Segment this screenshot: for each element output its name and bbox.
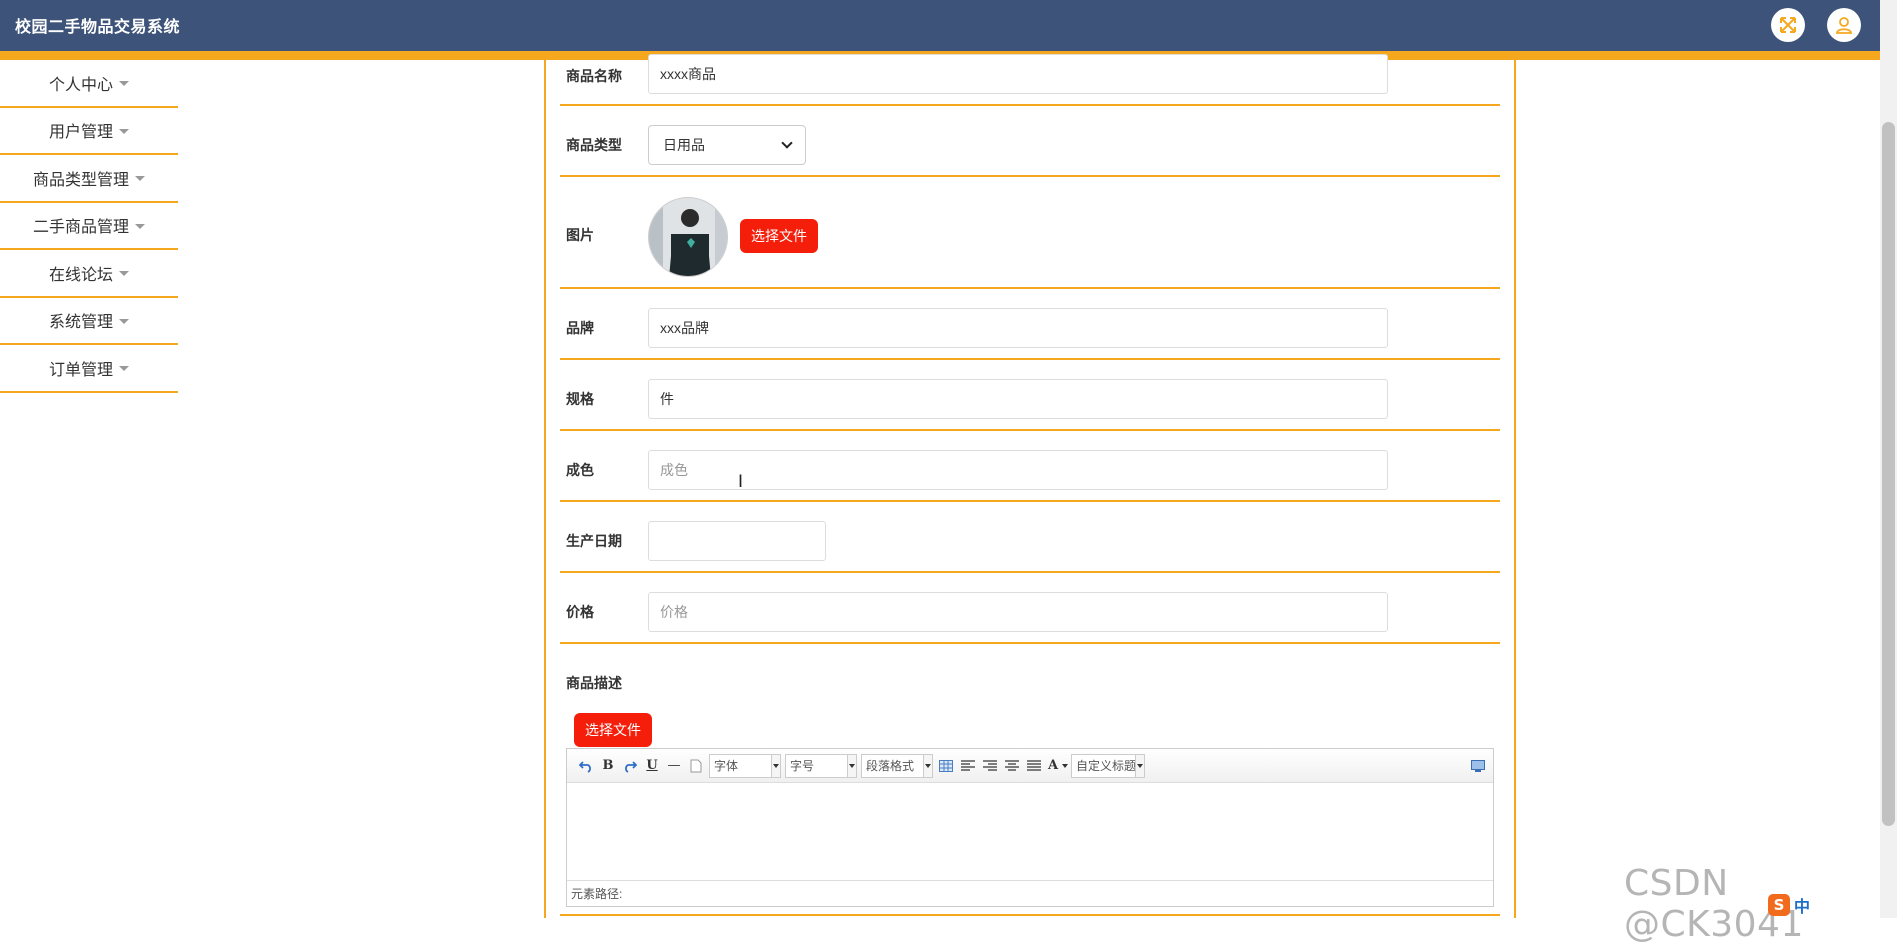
caret-down-icon xyxy=(119,128,129,134)
sidebar-item-personal[interactable]: 个人中心 xyxy=(0,60,178,108)
row-name: 商品名称 xxxx商品 xyxy=(560,54,1500,106)
sidebar-item-users[interactable]: 用户管理 xyxy=(0,108,178,155)
horizontal-rule-button[interactable]: — xyxy=(663,755,685,777)
sidebar: 个人中心 用户管理 商品类型管理 二手商品管理 在线论坛 系统管理 订单管理 xyxy=(0,60,178,393)
top-bar: 校园二手物品交易系统 xyxy=(0,0,1880,51)
spec-input[interactable]: 件 xyxy=(648,379,1388,419)
user-icon-glyph xyxy=(1836,17,1852,34)
undo-icon[interactable] xyxy=(575,755,597,777)
select-value: 日用品 xyxy=(663,137,705,153)
sidebar-item-forum[interactable]: 在线论坛 xyxy=(0,250,178,298)
caret-down-icon xyxy=(135,223,145,229)
align-center-icon[interactable] xyxy=(1001,755,1023,777)
app-title: 校园二手物品交易系统 xyxy=(15,19,181,36)
field-label: 价格 xyxy=(566,604,594,620)
underline-button[interactable]: U xyxy=(641,755,663,777)
watermark: CSDN @CK3041 xyxy=(1624,863,1804,945)
product-image-preview xyxy=(648,197,728,277)
align-right-icon[interactable] xyxy=(979,755,1001,777)
field-label: 商品类型 xyxy=(566,137,622,153)
rich-text-editor: B U — 字体 字号 段落格式 A 自定义标题 元素路径: xyxy=(566,748,1494,907)
condition-input[interactable]: 成色 xyxy=(648,450,1388,490)
caret-down-icon xyxy=(849,763,855,768)
choose-file-button[interactable]: 选择文件 xyxy=(574,713,652,747)
scrollbar-thumb[interactable] xyxy=(1882,122,1895,826)
field-label: 品牌 xyxy=(566,320,594,336)
sidebar-item-label: 在线论坛 xyxy=(48,266,113,284)
caret-down-icon xyxy=(119,366,129,372)
ime-indicator[interactable]: S 中 xyxy=(1768,893,1810,917)
row-date: 生产日期 xyxy=(560,504,1500,573)
caret-down-icon xyxy=(135,176,145,182)
row-spec: 规格 件 xyxy=(560,362,1500,431)
align-left-icon[interactable] xyxy=(957,755,979,777)
field-label: 商品描述 xyxy=(566,675,622,691)
sidebar-item-label: 系统管理 xyxy=(48,314,113,332)
font-color-caret-icon[interactable] xyxy=(1061,755,1069,777)
font-color-button[interactable]: A xyxy=(1045,755,1061,777)
field-label: 图片 xyxy=(566,227,594,243)
field-label: 成色 xyxy=(566,462,594,478)
sidebar-item-label: 二手商品管理 xyxy=(32,219,129,237)
sidebar-item-secondhand[interactable]: 二手商品管理 xyxy=(0,203,178,250)
production-date-input[interactable] xyxy=(648,521,826,561)
sidebar-item-product-types[interactable]: 商品类型管理 xyxy=(0,155,178,203)
font-size-select[interactable]: 字号 xyxy=(785,753,857,778)
page-icon[interactable] xyxy=(685,755,707,777)
align-justify-icon[interactable] xyxy=(1023,755,1045,777)
field-label: 商品名称 xyxy=(566,68,622,84)
fullscreen-icon[interactable] xyxy=(1771,8,1805,42)
font-family-select[interactable]: 字体 xyxy=(709,753,781,778)
fullscreen-icon-glyph xyxy=(1780,17,1796,33)
row-condition: 成色 成色 xyxy=(560,433,1500,502)
price-input[interactable]: 价格 xyxy=(648,592,1388,632)
editor-toolbar: B U — 字体 字号 段落格式 A 自定义标题 xyxy=(567,749,1493,783)
sogou-icon: S xyxy=(1768,894,1790,916)
user-icon[interactable] xyxy=(1827,8,1861,42)
caret-down-icon xyxy=(119,81,129,87)
page-scrollbar[interactable] xyxy=(1880,0,1897,918)
caret-down-icon xyxy=(925,763,931,768)
row-brand: 品牌 xxx品牌 xyxy=(560,291,1500,360)
sidebar-item-label: 用户管理 xyxy=(48,124,113,142)
text-cursor-icon: I xyxy=(738,472,744,492)
ime-language: 中 xyxy=(1794,897,1811,916)
custom-title-select[interactable]: 自定义标题 xyxy=(1071,753,1145,778)
redo-icon[interactable] xyxy=(619,755,641,777)
person-photo xyxy=(649,198,727,276)
paragraph-format-select[interactable]: 段落格式 xyxy=(861,753,933,778)
caret-down-icon xyxy=(119,318,129,324)
field-label: 生产日期 xyxy=(566,533,622,549)
product-type-select[interactable]: 日用品 xyxy=(648,125,806,165)
row-type: 商品类型 日用品 xyxy=(560,108,1500,177)
product-name-input[interactable]: xxxx商品 xyxy=(648,54,1388,94)
form-panel: 商品名称 xxxx商品 商品类型 日用品 图片 选择文件 品牌 xxx品牌 规格… xyxy=(544,54,1516,918)
caret-down-icon xyxy=(119,271,129,277)
sidebar-item-orders[interactable]: 订单管理 xyxy=(0,345,178,393)
paragraph-format-label: 段落格式 xyxy=(866,759,915,773)
sidebar-item-label: 订单管理 xyxy=(48,361,113,379)
font-size-label: 字号 xyxy=(790,759,815,773)
field-label: 规格 xyxy=(566,391,594,407)
html-source-icon[interactable] xyxy=(1467,755,1489,777)
table-icon[interactable] xyxy=(935,755,957,777)
editor-content-area[interactable] xyxy=(567,783,1493,881)
font-family-label: 字体 xyxy=(714,759,739,773)
sidebar-item-label: 个人中心 xyxy=(48,76,113,94)
row-price: 价格 价格 xyxy=(560,575,1500,644)
caret-down-icon xyxy=(1137,763,1143,768)
editor-status-path: 元素路径: xyxy=(571,887,623,901)
chevron-down-icon xyxy=(781,137,793,149)
row-image: 图片 选择文件 xyxy=(560,179,1500,289)
choose-image-button[interactable]: 选择文件 xyxy=(740,219,818,253)
sidebar-item-label: 商品类型管理 xyxy=(32,171,129,189)
caret-down-icon xyxy=(773,763,779,768)
custom-title-label: 自定义标题 xyxy=(1076,759,1137,773)
bold-button[interactable]: B xyxy=(597,755,619,777)
brand-input[interactable]: xxx品牌 xyxy=(648,308,1388,348)
sidebar-item-system[interactable]: 系统管理 xyxy=(0,298,178,345)
